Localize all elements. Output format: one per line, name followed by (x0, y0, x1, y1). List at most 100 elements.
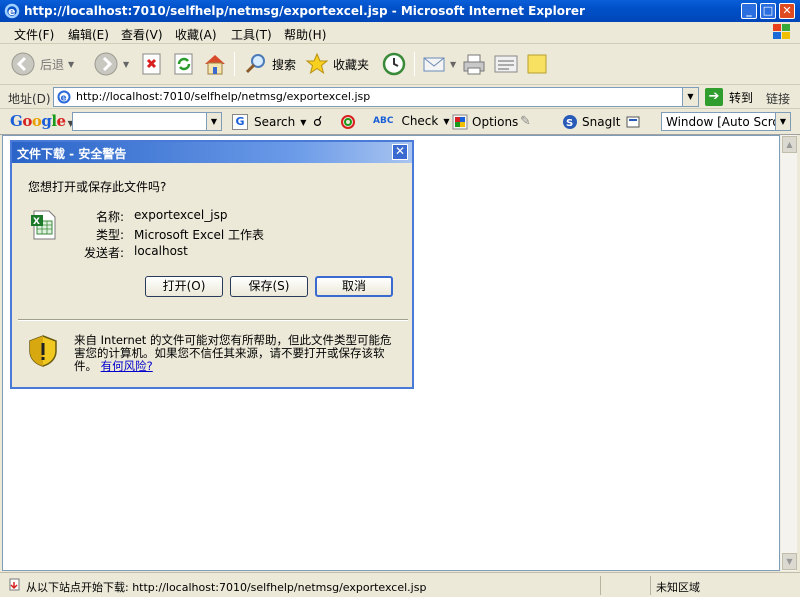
security-zone: 未知区域 (656, 581, 700, 594)
address-url: http://localhost:7010/selfhelp/netmsg/ex… (76, 90, 371, 103)
edit-page-icon (494, 55, 518, 73)
svg-text:X: X (33, 217, 40, 227)
vertical-scrollbar[interactable]: ▲ ▼ (780, 135, 797, 571)
spell-check-button[interactable]: ABC Check ▼ (373, 114, 450, 128)
chevron-down-icon: ▼ (450, 59, 457, 69)
snagit-button[interactable]: S SnagIt (562, 114, 620, 130)
snagit-icon: S (563, 115, 577, 129)
refresh-icon (174, 53, 193, 75)
mail-icon (423, 57, 445, 72)
ie-page-icon: e (57, 90, 71, 104)
star-icon (305, 52, 329, 75)
news-button[interactable]: ☌ (313, 114, 322, 130)
chevron-down-icon[interactable]: ▼ (206, 113, 221, 130)
ie-icon: e (4, 3, 20, 19)
cancel-button[interactable]: 取消 (315, 276, 393, 297)
pencil-icon: ✎ (520, 114, 531, 129)
snagit-capture-button[interactable] (625, 114, 641, 130)
google-g-icon: G (232, 114, 248, 130)
dialog-titlebar[interactable]: 文件下载 - 安全警告 ✕ (12, 142, 412, 163)
chevron-down-icon: ▼ (443, 116, 450, 126)
home-icon (205, 55, 225, 75)
search-button[interactable]: 搜索 (244, 49, 296, 79)
file-name: exportexcel_jsp (134, 208, 228, 222)
menu-view[interactable]: 查看(V) (121, 26, 163, 43)
stop-button[interactable] (140, 49, 164, 79)
discuss-button[interactable] (525, 49, 549, 79)
google-search-button[interactable]: G Search ▼ (232, 114, 306, 130)
file-sender: localhost (134, 244, 188, 258)
dialog-question: 您想打开或保存此文件吗? (28, 180, 167, 194)
dialog-close-button[interactable]: ✕ (392, 144, 408, 160)
standard-toolbar: 后退 ▼ ▼ 搜索 收藏夹 ▼ (0, 44, 800, 85)
save-button[interactable]: 保存(S) (230, 276, 308, 297)
open-button[interactable]: 打开(O) (145, 276, 223, 297)
window-title: http://localhost:7010/selfhelp/netmsg/ex… (24, 4, 585, 18)
security-shield-icon (29, 335, 57, 367)
excel-file-icon: X (31, 210, 56, 240)
dialog-divider (18, 319, 408, 321)
chevron-down-icon: ▼ (300, 117, 307, 127)
edit-button[interactable] (493, 49, 519, 79)
download-icon (9, 578, 20, 591)
address-bar: 地址(D) e http://localhost:7010/selfhelp/n… (0, 85, 800, 109)
menu-file[interactable]: 文件(F) (14, 26, 54, 43)
menu-edit[interactable]: 编辑(E) (68, 26, 109, 43)
close-button[interactable]: ✕ (779, 3, 795, 19)
go-arrow-icon: ➔ (705, 88, 723, 106)
chevron-down-icon: ▼ (123, 59, 130, 69)
google-search-input[interactable]: ▼ (72, 112, 222, 131)
links-button[interactable]: 链接 (766, 90, 790, 107)
refresh-button[interactable] (172, 49, 196, 79)
printer-icon (463, 54, 485, 75)
windows-logo-icon (773, 24, 790, 39)
history-icon (382, 52, 406, 76)
menu-help[interactable]: 帮助(H) (284, 26, 326, 43)
window-titlebar[interactable]: e http://localhost:7010/selfhelp/netmsg/… (0, 0, 800, 22)
mail-button[interactable]: ▼ (422, 49, 456, 79)
menu-bar: 文件(F) 编辑(E) 查看(V) 收藏(A) 工具(T) 帮助(H) (0, 22, 800, 44)
svg-text:e: e (8, 5, 15, 18)
sticky-note-icon (527, 54, 547, 74)
status-text: 从以下站点开始下载: http://localhost:7010/selfhel… (26, 581, 427, 594)
history-button[interactable] (381, 49, 407, 79)
favorites-button[interactable]: 收藏夹 (305, 49, 369, 79)
status-bar: 从以下站点开始下载: http://localhost:7010/selfhel… (0, 572, 800, 597)
menu-tools[interactable]: 工具(T) (231, 26, 272, 43)
back-arrow-icon (11, 52, 35, 76)
popup-blocker-button[interactable] (340, 114, 356, 130)
file-download-dialog: 文件下载 - 安全警告 ✕ 您想打开或保存此文件吗? X 名称: exporte… (10, 140, 414, 389)
name-label: 名称: (95, 210, 124, 224)
options-button[interactable]: Options (452, 114, 518, 130)
abc-check-icon: ABC (373, 116, 394, 126)
print-button[interactable] (461, 49, 487, 79)
binoculars-icon: ☌ (313, 114, 323, 130)
maximize-button[interactable]: □ (760, 3, 776, 19)
google-spiral-icon (341, 115, 355, 129)
options-icon (452, 114, 468, 130)
from-label: 发送者: (83, 246, 124, 260)
go-button[interactable]: ➔ 转到 (705, 88, 753, 106)
forward-button[interactable]: ▼ (93, 49, 129, 79)
minimize-button[interactable]: _ (741, 3, 757, 19)
back-button[interactable]: 后退 ▼ (10, 49, 74, 79)
svg-text:S: S (566, 118, 573, 129)
chevron-down-icon[interactable]: ▼ (775, 113, 790, 130)
menu-favorites[interactable]: 收藏(A) (175, 26, 217, 43)
scroll-down-button[interactable]: ▼ (782, 553, 797, 570)
stop-icon (142, 53, 161, 75)
google-logo[interactable]: Google ▼ (10, 112, 74, 130)
scroll-up-button[interactable]: ▲ (782, 136, 797, 153)
highlight-button[interactable]: ✎ (520, 114, 531, 129)
chevron-down-icon: ▼ (68, 59, 75, 69)
address-input[interactable]: e http://localhost:7010/selfhelp/netmsg/… (53, 87, 699, 107)
google-toolbar: Google ▼ ▼ G Search ▼ ☌ ABC Check ▼ Optio… (0, 109, 800, 135)
home-button[interactable] (202, 49, 228, 79)
search-icon (245, 54, 265, 74)
forward-arrow-icon (94, 52, 118, 76)
address-label: 地址(D) (8, 92, 51, 106)
risk-link[interactable]: 有何风险? (101, 359, 153, 373)
security-warning-text: 来自 Internet 的文件可能对您有所帮助，但此文件类型可能危害您的计算机。… (74, 333, 392, 373)
address-dropdown-button[interactable]: ▼ (682, 88, 698, 106)
snagit-window-select[interactable]: Window [Auto Scroll] ▼ (661, 112, 791, 131)
